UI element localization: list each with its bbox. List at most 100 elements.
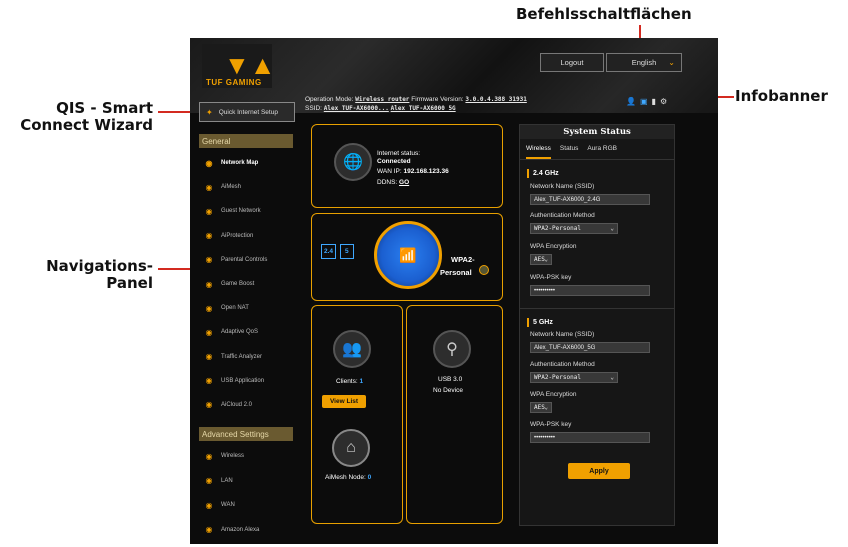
sidebar-item-label: Parental Controls xyxy=(221,256,268,263)
callout-qis-line1: QIS - Smart xyxy=(56,99,153,117)
general-header: General xyxy=(199,134,293,148)
language-select[interactable]: English ⌄ xyxy=(606,53,682,72)
tab-status[interactable]: Status xyxy=(560,145,578,159)
wan-ip-label: WAN IP: xyxy=(377,168,402,175)
auth-5-label: Authentication Method xyxy=(530,361,595,368)
ssid-24-link[interactable]: Alex_TUF-AX6000... xyxy=(324,105,389,112)
callout-nav-line2: Panel xyxy=(106,274,153,292)
sidebar-item[interactable]: ◉ Amazon Alexa xyxy=(199,518,293,543)
psk-24-input[interactable]: •••••••••• xyxy=(530,285,650,296)
sidebar-item[interactable]: ◉ LAN xyxy=(199,469,293,494)
chevron-down-icon: ⌄ xyxy=(610,225,614,232)
sidebar-item[interactable]: ◉ AiProtection xyxy=(199,224,293,248)
traffic-icon: ◉ xyxy=(205,352,213,362)
sidebar-item-label: Open NAT xyxy=(221,305,249,312)
user-icon[interactable]: 👤 xyxy=(626,97,636,106)
usb-status-icon[interactable]: ▮ xyxy=(652,97,656,106)
wan-ip: WAN IP: 192.168.123.36 xyxy=(377,168,449,175)
sidebar-item-label: Guest Network xyxy=(221,208,261,215)
auth-24-value: WPA2-Personal xyxy=(534,225,581,232)
sidebar-item[interactable]: ◉ Wireless xyxy=(199,444,293,469)
banner-line-2: SSID: Alex_TUF-AX6000... Alex_TUF-AX6000… xyxy=(305,105,456,112)
qos-icon: ◉ xyxy=(205,327,213,337)
sidebar-item[interactable]: ◉ AiCloud 2.0 xyxy=(199,393,293,417)
sidebar-item[interactable]: ◉ Guest Network xyxy=(199,199,293,223)
chevron-down-icon: ⌄ xyxy=(544,404,548,411)
qis-label: Quick Internet Setup xyxy=(218,108,278,116)
security-line2: Personal xyxy=(440,268,472,277)
wan-icon: ◉ xyxy=(205,500,213,510)
quick-internet-setup-button[interactable]: ✦ Quick Internet Setup xyxy=(199,102,295,122)
sidebar-item-label: USB Application xyxy=(221,377,265,384)
ssid-5-input[interactable]: Alex_TUF-AX6000_5G xyxy=(530,342,650,353)
sidebar-item-label: WAN xyxy=(221,502,235,509)
enc-5-select[interactable]: AES ⌄ xyxy=(530,402,552,413)
sidebar-item[interactable]: ◉ Traffic Analyzer xyxy=(199,345,293,369)
band-24-bar xyxy=(527,169,529,178)
ssid-24-input[interactable]: Alex_TUF-AX6000_2.4G xyxy=(530,194,650,205)
view-list-button[interactable]: View List xyxy=(322,395,366,408)
sidebar-item-label: Amazon Alexa xyxy=(221,526,260,533)
band-5-icon[interactable]: 5 xyxy=(340,244,354,259)
clients-icon[interactable]: 👥 xyxy=(333,330,371,368)
lan-icon: ◉ xyxy=(205,476,213,486)
aimesh-node: AiMesh Node: 0 xyxy=(325,474,371,481)
fw-link[interactable]: 3.0.0.4.388_31931 xyxy=(465,96,526,103)
band-24-icon[interactable]: 2.4 xyxy=(321,244,337,259)
sidebar-item[interactable]: ◉ USB Application xyxy=(199,369,293,393)
band-5-bar xyxy=(527,318,529,327)
sidebar-item[interactable]: ◉ Adaptive QoS xyxy=(199,320,293,344)
sidebar-item[interactable]: ◉ Game Boost xyxy=(199,272,293,296)
aimesh-icon[interactable]: ⌂ xyxy=(332,429,370,467)
language-select-label: English xyxy=(631,58,657,67)
enc-5-label: WPA Encryption xyxy=(530,391,577,398)
ssid-label: SSID: xyxy=(305,105,322,112)
system-status-panel: System Status Wireless Status Aura RGB 2… xyxy=(519,124,675,526)
logo-text: TUF GAMING xyxy=(206,78,262,87)
chevron-down-icon: ⌄ xyxy=(610,374,614,381)
sidebar-item-label: Game Boost xyxy=(221,281,255,288)
ssid-24-label: Network Name (SSID) xyxy=(530,183,595,190)
callout-qis-line2: Connect Wizard xyxy=(20,116,153,134)
tab-aura-rgb[interactable]: Aura RGB xyxy=(587,145,617,159)
op-mode-link[interactable]: Wireless router xyxy=(355,96,409,103)
sidebar-item[interactable]: ◉ Network Map xyxy=(199,151,293,175)
callout-nav: Navigations- Panel xyxy=(5,258,153,292)
usb-status: No Device xyxy=(433,387,463,394)
sidebar-item[interactable]: ◉ WAN xyxy=(199,493,293,518)
callout-buttons: Befehlsschaltflächen xyxy=(516,5,692,23)
sidebar-item-label: Wireless xyxy=(221,453,245,460)
callout-qis: QIS - Smart Connect Wizard xyxy=(5,100,153,134)
usb-icon[interactable]: ⚲ xyxy=(433,330,471,368)
logout-button[interactable]: Logout xyxy=(540,53,604,72)
ddns: DDNS: GO xyxy=(377,179,409,186)
callout-nav-line1: Navigations- xyxy=(46,257,153,275)
band-24-title: 2.4 GHz xyxy=(527,169,559,178)
sidebar-item[interactable]: ◉ Parental Controls xyxy=(199,248,293,272)
advanced-nav: ◉ Wireless ◉ LAN ◉ WAN ◉ Amazon Alexa xyxy=(199,444,293,542)
apply-button[interactable]: Apply xyxy=(568,463,630,479)
rocket-icon: ◉ xyxy=(205,279,213,289)
sidebar-item-label: AiMesh xyxy=(221,184,242,191)
enc-24-select[interactable]: AES ⌄ xyxy=(530,254,552,265)
gear-icon[interactable]: ⚙ xyxy=(660,97,667,106)
psk-5-label: WPA-PSK key xyxy=(530,421,572,428)
auth-5-select[interactable]: WPA2-Personal ⌄ xyxy=(530,372,618,383)
ssid-5-link[interactable]: Alex_TUF-AX6000_5G xyxy=(391,105,456,112)
wifi-status-icon[interactable]: ▣ xyxy=(640,97,648,106)
ddns-go-link[interactable]: GO xyxy=(399,179,409,186)
band-5-title-text: 5 GHz xyxy=(533,319,553,326)
sidebar-item[interactable]: ◉ Open NAT xyxy=(199,296,293,320)
advanced-settings-header: Advanced Settings xyxy=(199,427,293,441)
general-nav: ◉ Network Map ◉ AiMesh ◉ Guest Network ◉ AiProt… xyxy=(199,151,293,417)
psk-5-input[interactable]: •••••••••• xyxy=(530,432,650,443)
fw-label: Firmware Version: xyxy=(411,96,464,103)
router-icon[interactable]: 📶 xyxy=(374,221,442,289)
internet-status-label: Internet status: xyxy=(377,150,420,157)
sidebar-item[interactable]: ◉ AiMesh xyxy=(199,175,293,199)
cloud-icon: ◉ xyxy=(205,400,213,410)
globe-icon[interactable]: 🌐 xyxy=(334,143,372,181)
op-mode-label: Operation Mode: xyxy=(305,96,354,103)
tab-wireless[interactable]: Wireless xyxy=(526,145,551,159)
auth-24-select[interactable]: WPA2-Personal ⌄ xyxy=(530,223,618,234)
